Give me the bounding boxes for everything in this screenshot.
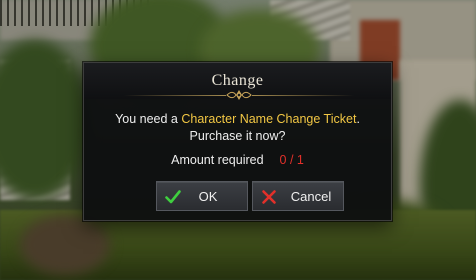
- close-icon: [262, 190, 276, 204]
- item-name: Character Name Change Ticket: [181, 112, 357, 126]
- cancel-label: Cancel: [290, 189, 332, 204]
- amount-label: Amount required: [171, 153, 264, 167]
- ok-button[interactable]: OK: [156, 181, 248, 211]
- title-divider-right: [252, 95, 354, 96]
- purchase-question: Purchase it now?: [189, 129, 286, 143]
- message-prefix: You need a: [115, 112, 182, 126]
- change-dialog: Change You need a Character Name Change …: [83, 62, 392, 221]
- amount-row: Amount required 0 / 1: [84, 153, 391, 167]
- cancel-button[interactable]: Cancel: [252, 181, 344, 211]
- checkmark-icon: [165, 190, 181, 204]
- ok-label: OK: [198, 189, 218, 204]
- message-suffix: .: [356, 112, 360, 126]
- amount-value: 0 / 1: [279, 153, 304, 167]
- message-line: You need a Character Name Change Ticket.: [84, 111, 391, 128]
- title-divider-left: [124, 95, 226, 96]
- ornament-icon: [226, 90, 252, 100]
